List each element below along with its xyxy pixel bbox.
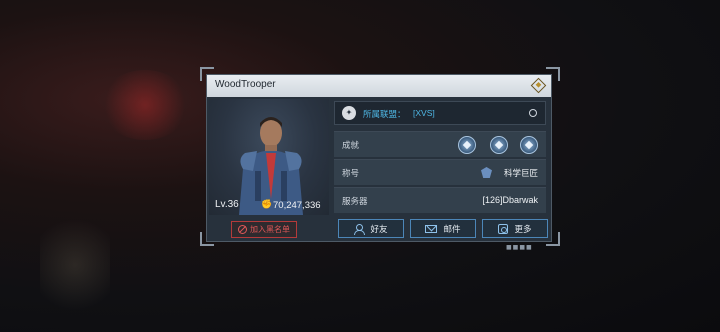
mail-label: 邮件 xyxy=(443,224,461,235)
alliance-emblem-icon: ✦ xyxy=(342,106,356,120)
add-to-blacklist-button[interactable]: 加入黑名单 xyxy=(231,221,297,238)
alliance-row[interactable]: ✦ 所属联盟： [XVS] xyxy=(334,101,546,125)
power-fist-icon: ✊ xyxy=(261,200,273,210)
commander-figure xyxy=(239,117,303,215)
alliance-value: [XVS] xyxy=(413,108,435,118)
friend-button[interactable]: 好友 xyxy=(338,219,404,238)
blacklist-label: 加入黑名单 xyxy=(250,225,290,234)
power-value: 70,247,336 xyxy=(273,200,321,211)
diamond-icon[interactable] xyxy=(530,77,547,94)
title-bar: WoodTrooper xyxy=(207,75,551,97)
server-row: 服务器 [126]Dbarwak xyxy=(334,187,546,213)
background-glow-2 xyxy=(40,210,110,320)
achievements-label: 成就 xyxy=(342,141,360,151)
server-label: 服务器 xyxy=(342,197,368,207)
title-badge-icon xyxy=(481,167,492,178)
mail-button[interactable]: 邮件 xyxy=(410,219,476,238)
level-label: Lv.36 xyxy=(215,199,239,210)
server-value: [126]Dbarwak xyxy=(482,195,538,205)
player-profile-panel: WoodTrooper Lv.36 ✊ 70,247,336 加入黑名单 ✦ 所… xyxy=(206,74,552,242)
more-label: 更多 xyxy=(514,224,532,235)
more-icon xyxy=(498,223,509,234)
achievement-badge-3-icon[interactable] xyxy=(520,136,538,154)
frame-dots: ■■■■ xyxy=(506,244,533,251)
more-button[interactable]: 更多 xyxy=(482,219,548,238)
player-name: WoodTrooper xyxy=(215,79,276,90)
add-friend-icon xyxy=(354,223,366,235)
title-row: 称号 科学巨匠 xyxy=(334,159,546,185)
title-value: 科学巨匠 xyxy=(503,169,538,179)
alliance-label: 所属联盟： xyxy=(363,110,406,120)
ban-icon xyxy=(238,225,247,234)
title-label: 称号 xyxy=(342,169,360,179)
achievements-row: 成就 xyxy=(334,131,546,157)
friend-label: 好友 xyxy=(370,224,388,235)
achievement-badge-2-icon[interactable] xyxy=(490,136,508,154)
mail-icon xyxy=(425,224,438,233)
background-glow xyxy=(100,70,190,140)
search-icon[interactable] xyxy=(529,109,537,117)
achievement-badge-1-icon[interactable] xyxy=(458,136,476,154)
commander-portrait: Lv.36 ✊ 70,247,336 xyxy=(209,99,329,215)
